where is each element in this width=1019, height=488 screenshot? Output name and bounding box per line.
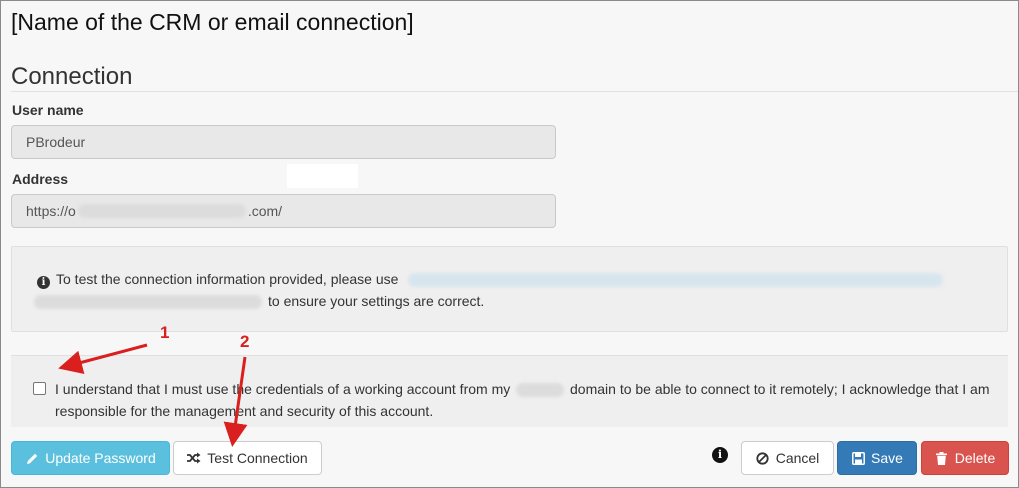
pencil-icon [25,451,39,465]
redacted-text [516,383,565,398]
cancel-button[interactable]: Cancel [741,441,834,475]
address-value-suffix: .com/ [247,203,283,219]
address-label: Address [12,171,69,187]
address-field[interactable]: https://o .com/ [11,194,556,228]
acknowledge-checkbox[interactable] [33,382,46,395]
acknowledge-panel: I understand that I must use the credent… [11,355,1008,427]
update-password-label: Update Password [45,450,156,466]
info-line-2: to ensure your settings are correct. [34,293,485,310]
save-button[interactable]: Save [837,441,917,475]
info-text-2: to ensure your settings are correct. [268,293,485,309]
redacted-link [408,273,944,288]
info-panel: i To test the connection information prov… [11,246,1008,332]
cancel-label: Cancel [775,450,820,466]
redacted-text [77,204,246,218]
test-connection-label: Test Connection [207,450,308,466]
info-text-1: To test the connection information provi… [56,271,399,287]
section-title: Connection [11,63,133,90]
info-circle-icon[interactable]: i [712,447,728,463]
redacted-text [34,295,262,310]
acknowledge-text: I understand that I must use the credent… [55,378,1010,422]
info-line-1: i To test the connection information prov… [37,271,944,289]
username-label: User name [12,102,84,118]
page-title: [Name of the CRM or email connection] [11,9,414,35]
shuffle-icon [187,451,201,465]
save-label: Save [871,450,903,466]
ban-icon [756,451,770,465]
username-value: PBrodeur [26,134,86,150]
info-circle-icon: i [37,276,50,289]
delete-label: Delete [954,450,996,466]
test-connection-button[interactable]: Test Connection [173,441,322,475]
trash-icon [935,451,949,465]
redaction-patch [287,164,358,188]
update-password-button[interactable]: Update Password [11,441,170,475]
username-field[interactable]: PBrodeur [11,125,556,159]
address-value-prefix: https://o [26,203,76,219]
section-divider [11,91,1018,92]
connection-dialog: [Name of the CRM or email connection] Co… [0,0,1019,488]
annotation-marker-2: 2 [240,332,250,351]
acknowledge-text-before: I understand that I must use the credent… [55,381,511,397]
annotation-marker-1: 1 [160,323,170,342]
floppy-disk-icon [851,451,865,465]
delete-button[interactable]: Delete [921,441,1009,475]
